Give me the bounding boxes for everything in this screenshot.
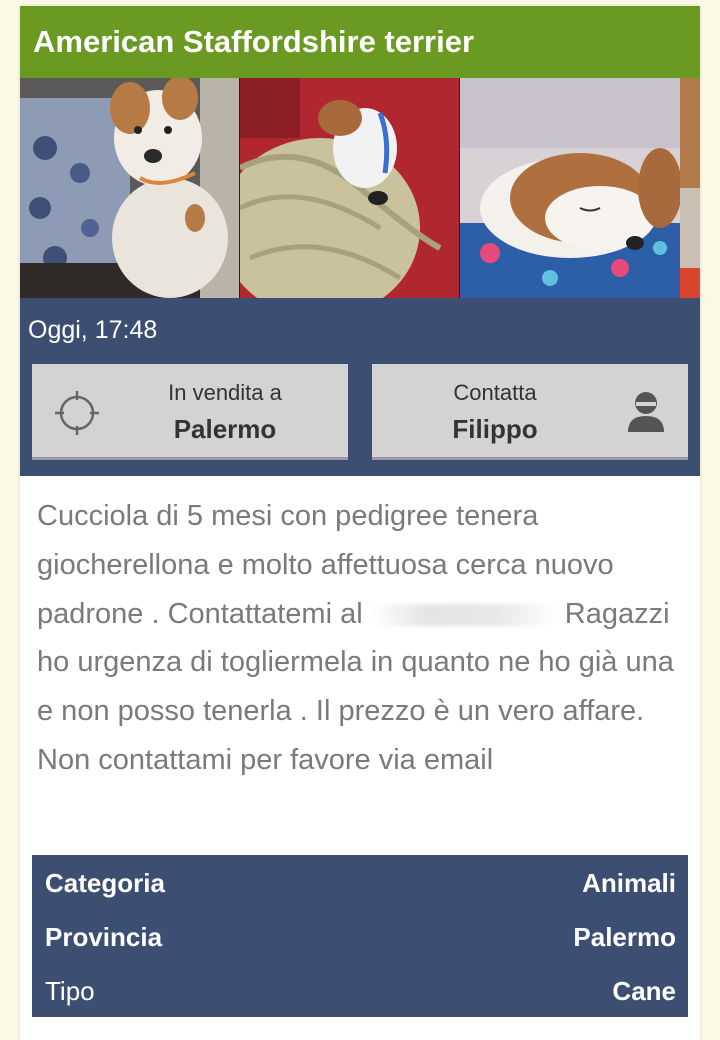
listing-info-panel: Oggi, 17:48 In vendita a Palermo Contatt… [20,298,700,476]
detail-row-type: Tipo Cane [32,963,688,1017]
detail-key: Provincia [45,922,163,952]
details-table: Categoria Animali Provincia Palermo Tipo… [32,855,688,1017]
detail-value: Palermo [573,922,676,952]
dog-photo-sitting-icon [20,78,239,298]
listing-date: Oggi, 17:48 [28,316,158,344]
blurred-phone-number [370,603,557,626]
detail-key: Tipo [45,976,95,1006]
gallery-photo-2[interactable] [240,78,459,298]
gallery-photo-3[interactable] [460,78,680,298]
detail-value: Cane [612,976,676,1006]
dog-photo-sleeping-icon [460,78,680,298]
listing-title: American Staffordshire terrier [33,24,475,59]
detail-row-category: Categoria Animali [32,855,688,909]
title-bar: American Staffordshire terrier [20,6,700,78]
detail-value: Animali [582,868,676,898]
user-icon [628,392,664,432]
location-button-value: Palermo [173,414,277,444]
contact-button-label: Contatta [453,380,537,405]
gallery-photo-4[interactable] [680,78,700,298]
location-button-label: In vendita a [168,380,282,405]
detail-row-province: Provincia Palermo [32,909,688,963]
listing-description: Cucciola di 5 mesi con pedigree tenera g… [37,492,687,785]
crosshair-icon [55,391,99,435]
dog-photo-partial-icon [680,78,700,298]
detail-key: Categoria [45,868,165,898]
gallery-photo-1[interactable] [20,78,239,298]
dog-photo-sleeping-blanket-icon [240,78,459,298]
contact-button[interactable]: Contatta Filippo [372,364,688,460]
photo-gallery[interactable] [20,78,700,298]
listing-card: American Staffordshire terrier Oggi, 17:… [20,6,700,1040]
location-button[interactable]: In vendita a Palermo [32,364,348,460]
contact-button-value: Filippo [452,414,538,444]
